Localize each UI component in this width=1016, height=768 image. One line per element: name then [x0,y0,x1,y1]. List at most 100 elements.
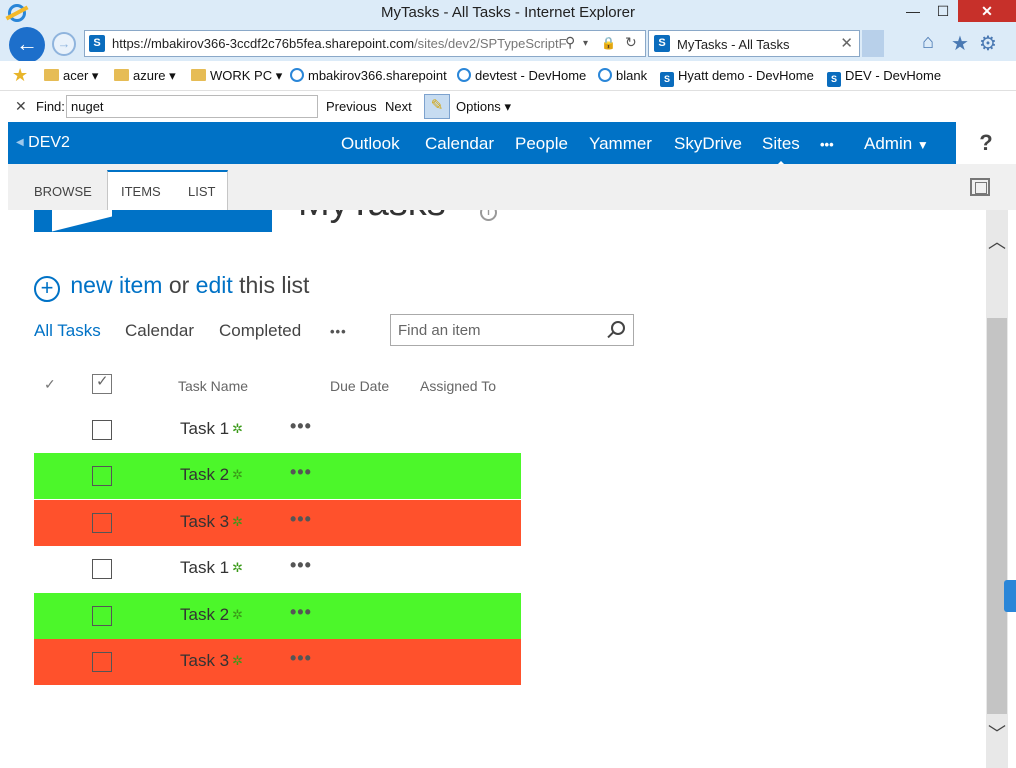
dropdown-icon[interactable]: ▾ [583,38,588,49]
or-text: or [168,272,190,298]
add-circle-icon[interactable]: + [34,276,60,302]
help-button[interactable]: ? [956,122,1016,164]
item-menu-button[interactable]: ••• [290,509,312,530]
find-previous-button[interactable]: Previous [326,99,377,114]
column-due-date[interactable]: Due Date [330,378,389,394]
gear-icon[interactable]: ⚙ [979,31,997,56]
table-row[interactable]: Task 3 ✲ ••• [34,639,521,685]
status-check-icon: ✓ [44,376,56,392]
refresh-icon[interactable]: ↻ [625,34,637,51]
task-name-link[interactable]: Task 3 [180,512,229,532]
favorite-azure[interactable]: azure ▾ [114,68,176,84]
back-button[interactable]: ← [9,27,45,63]
task-name-link[interactable]: Task 2 [180,605,229,625]
address-bar[interactable]: S https://mbakirov366-3ccdf2c76b5fea.sha… [84,30,646,57]
edit-list-link[interactable]: edit [196,272,233,298]
close-window-button[interactable]: ✕ [958,0,1016,22]
table-row[interactable]: Task 2 ✲ ••• [34,453,521,499]
item-menu-button[interactable]: ••• [290,555,312,576]
favorite-work-pc[interactable]: WORK PC ▾ [191,68,282,84]
column-task-name[interactable]: Task Name [178,378,248,394]
tab-list[interactable]: LIST [188,184,215,199]
suite-link-skydrive[interactable]: SkyDrive [674,134,742,154]
view-calendar[interactable]: Calendar [125,321,194,341]
side-panel-grip[interactable] [1004,580,1016,612]
item-menu-button[interactable]: ••• [290,648,312,669]
info-icon[interactable]: i [480,210,497,221]
row-checkbox[interactable] [92,466,112,486]
row-checkbox[interactable] [92,513,112,533]
row-checkbox[interactable] [92,606,112,626]
scroll-up-icon[interactable]: ︿ [986,228,1008,254]
find-next-button[interactable]: Next [385,99,412,114]
lock-icon[interactable]: 🔒 [601,36,616,50]
minimize-button[interactable]: — [898,0,928,22]
suite-more-button[interactable]: ••• [820,137,834,152]
new-item-bar: + new item or edit this list [34,272,309,302]
row-checkbox[interactable] [92,559,112,579]
item-menu-button[interactable]: ••• [290,462,312,483]
ie-page-icon [290,68,304,82]
tab-browse[interactable]: BROWSE [34,184,92,199]
search-box[interactable]: Find an item [390,314,634,346]
scrollbar-thumb[interactable] [987,318,1007,714]
view-all-tasks[interactable]: All Tasks [34,321,101,341]
site-logo[interactable] [34,210,272,232]
suite-link-outlook[interactable]: Outlook [341,134,400,154]
forward-button[interactable]: → [52,32,76,56]
view-more-button[interactable]: ••• [330,324,347,339]
focus-on-content-icon[interactable] [970,178,990,196]
find-options-button[interactable]: Options ▾ [456,99,511,115]
row-checkbox[interactable] [92,652,112,672]
address-url[interactable]: https://mbakirov366-3ccdf2c76b5fea.share… [112,36,567,51]
table-row[interactable]: Task 1 ✲ ••• [34,546,521,592]
tab-items[interactable]: ITEMS [121,184,161,199]
favorite-blank[interactable]: blank [598,68,647,83]
item-menu-button[interactable]: ••• [290,602,312,623]
new-tab-button[interactable] [862,30,884,57]
admin-menu[interactable]: Admin ▼ [864,134,929,154]
favorites-star-icon[interactable]: ★ [951,31,969,56]
sharepoint-icon: S [660,72,674,87]
vertical-scrollbar[interactable]: ︿ ﹀ [986,210,1008,768]
suite-link-people[interactable]: People [515,134,568,154]
site-link[interactable]: ◀ DEV2 [16,134,70,152]
favorite-hyatt-demo[interactable]: S Hyatt demo - DevHome [660,68,814,87]
favorite-mbakirov366[interactable]: mbakirov366.sharepoint [290,68,447,83]
favorite-devtest[interactable]: devtest - DevHome [457,68,586,83]
table-row[interactable]: Task 2 ✲ ••• [34,593,521,639]
ribbon: BROWSE ITEMS LIST [8,164,1016,210]
ie-page-icon [457,68,471,82]
find-input[interactable]: nuget [66,95,318,118]
close-find-icon[interactable]: ✕ [15,98,27,115]
view-completed[interactable]: Completed [219,321,301,341]
suite-link-calendar[interactable]: Calendar [425,134,494,154]
tab-close-icon[interactable]: ✕ [840,34,853,52]
table-row[interactable]: Task 3 ✲ ••• [34,500,521,546]
new-item-link[interactable]: new item [70,272,162,298]
new-item-icon: ✲ [232,467,243,482]
tab-mytasks[interactable]: S MyTasks - All Tasks ✕ [648,30,860,57]
home-icon[interactable]: ⌂ [922,31,934,54]
suite-link-sites[interactable]: Sites [762,134,800,167]
add-favorite-star-icon[interactable]: ★ [12,65,28,86]
task-name-link[interactable]: Task 3 [180,651,229,671]
item-menu-button[interactable]: ••• [290,416,312,437]
search-icon[interactable]: ⚲ [565,34,575,51]
favorite-acer[interactable]: acer ▾ [44,68,98,84]
highlight-pencil-icon[interactable]: ✎ [424,94,450,119]
maximize-button[interactable]: ☐ [928,0,958,22]
task-name-link[interactable]: Task 1 [180,419,229,439]
table-row[interactable]: Task 1 ✲ ••• [34,407,521,453]
this-list-text: this list [239,272,310,298]
select-all-checkbox[interactable] [92,372,112,394]
scroll-down-icon[interactable]: ﹀ [986,720,1008,746]
search-icon[interactable] [611,321,625,335]
main-content: MyTasks i + new item or edit this list A… [8,210,986,768]
favorite-dev[interactable]: S DEV - DevHome [827,68,941,87]
suite-link-yammer[interactable]: Yammer [589,134,652,154]
task-name-link[interactable]: Task 2 [180,465,229,485]
column-assigned-to[interactable]: Assigned To [420,378,496,394]
task-name-link[interactable]: Task 1 [180,558,229,578]
row-checkbox[interactable] [92,420,112,440]
